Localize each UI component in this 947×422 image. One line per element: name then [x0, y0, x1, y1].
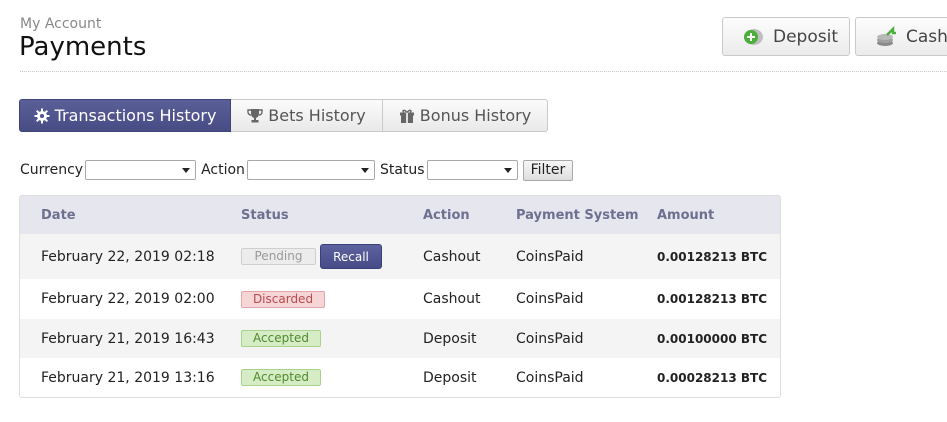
status-badge: Pending: [241, 248, 316, 265]
status-label: Status: [379, 162, 425, 178]
tab-transactions-history[interactable]: Transactions History: [19, 99, 231, 132]
payment-system-cell: CoinsPaid: [516, 330, 584, 347]
amount-cell: 0.00128213 BTC: [657, 249, 768, 264]
cashout-label: Cashout: [906, 26, 947, 47]
action-label: Action: [201, 162, 245, 178]
payment-system-cell: CoinsPaid: [516, 248, 584, 265]
column-header-amount: Amount: [657, 207, 715, 223]
tab-bets-history[interactable]: Bets History: [231, 99, 383, 132]
status-select[interactable]: [426, 160, 518, 180]
status-badge: Discarded: [241, 290, 325, 308]
currency-label: Currency: [20, 162, 84, 178]
header-divider: [20, 71, 947, 72]
amount-cell: 0.00100000 BTC: [657, 331, 768, 346]
date-cell: February 21, 2019 16:43: [41, 330, 215, 347]
trophy-icon: [247, 108, 263, 122]
payment-system-cell: CoinsPaid: [516, 291, 584, 307]
date-cell: February 22, 2019 02:00: [41, 291, 215, 307]
table-row: February 21, 2019 16:43 Accepted Deposit…: [20, 319, 780, 358]
table-header: Date Status Action Payment System Amount: [20, 196, 780, 234]
amount-cell: 0.00028213 BTC: [657, 370, 768, 385]
column-header-status: Status: [241, 207, 289, 223]
payment-system-cell: CoinsPaid: [516, 369, 584, 386]
action-cell: Cashout: [423, 291, 481, 307]
recall-button[interactable]: Recall: [320, 244, 382, 269]
payments-page: My Account Payments Deposit Cashout: [0, 0, 947, 422]
filter-bar: Currency Action Status Filter: [20, 159, 574, 181]
history-tabs: Transactions History Bets History Bonus …: [19, 99, 548, 132]
deposit-button[interactable]: Deposit: [722, 17, 850, 56]
status-badge: Accepted: [241, 369, 321, 386]
action-cell: Deposit: [423, 330, 477, 347]
deposit-label: Deposit: [773, 26, 838, 47]
currency-select[interactable]: [85, 160, 197, 180]
filter-button[interactable]: Filter: [522, 159, 574, 181]
table-row: February 22, 2019 02:00 Discarded Cashou…: [20, 279, 780, 319]
deposit-icon: [744, 28, 763, 45]
amount-cell: 0.00128213 BTC: [657, 292, 768, 306]
action-select[interactable]: [246, 160, 375, 180]
tab-label: Transactions History: [54, 106, 217, 125]
column-header-payment-system: Payment System: [516, 207, 639, 223]
breadcrumb[interactable]: My Account: [20, 16, 101, 32]
column-header-date: Date: [41, 207, 76, 223]
table-row: February 21, 2019 13:16 Accepted Deposit…: [20, 358, 780, 397]
date-cell: February 22, 2019 02:18: [41, 248, 215, 265]
status-badge: Accepted: [241, 330, 321, 347]
cashout-button[interactable]: Cashout: [855, 17, 947, 56]
gift-icon: [399, 109, 414, 123]
table-row: February 22, 2019 02:18 Pending Recall C…: [20, 234, 780, 279]
tab-label: Bets History: [268, 106, 366, 125]
gear-icon: [34, 108, 50, 123]
date-cell: February 21, 2019 13:16: [41, 369, 215, 386]
action-cell: Cashout: [423, 248, 481, 265]
tab-bonus-history[interactable]: Bonus History: [383, 99, 548, 132]
tab-label: Bonus History: [419, 106, 532, 125]
column-header-action: Action: [423, 207, 470, 223]
cashout-icon: [877, 25, 896, 46]
page-title: Payments: [19, 32, 147, 62]
transactions-table: Date Status Action Payment System Amount…: [19, 195, 781, 398]
action-cell: Deposit: [423, 369, 477, 386]
